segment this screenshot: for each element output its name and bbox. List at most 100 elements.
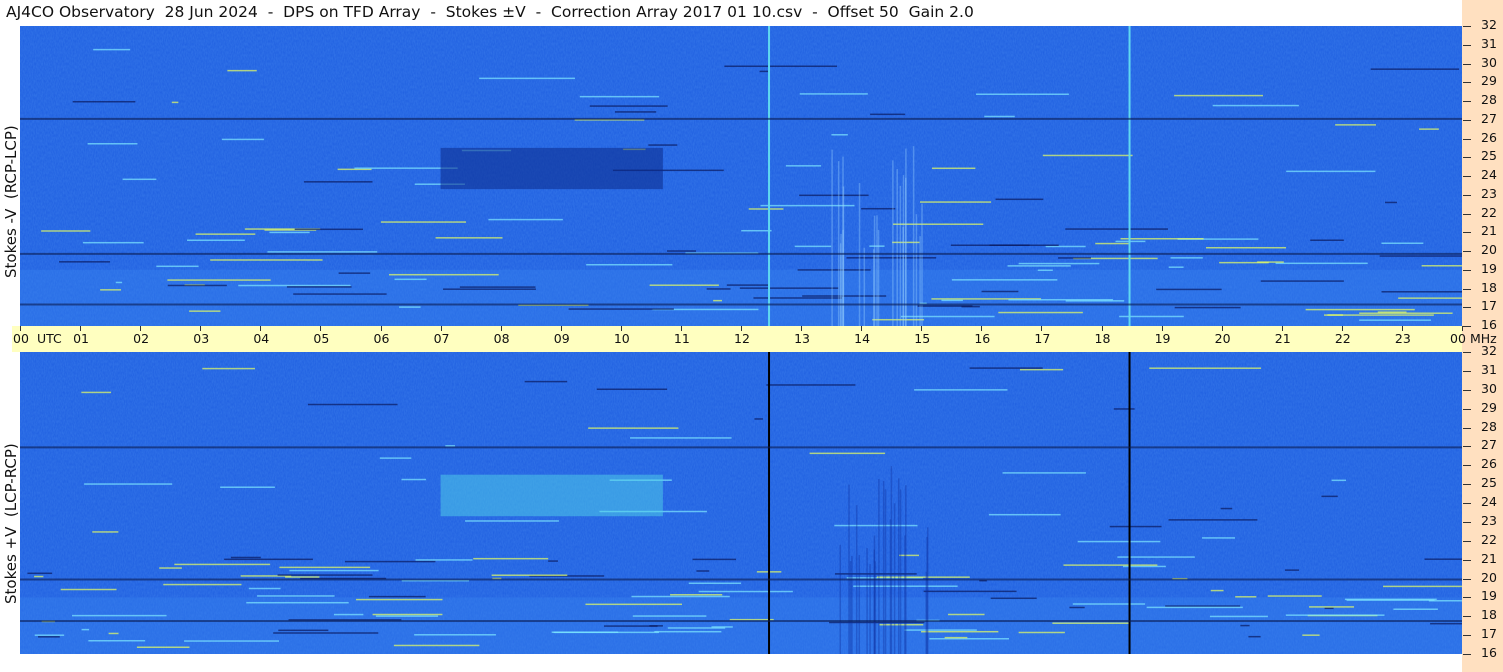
frequency-tick-mark (1463, 157, 1471, 159)
interference-streak (394, 278, 427, 281)
interference-streak (1344, 598, 1437, 601)
burst-line (882, 480, 885, 654)
interference-streak (333, 613, 364, 616)
interference-streak (914, 389, 1008, 391)
frequency-tick-label: 23 (1481, 512, 1497, 528)
time-tick-mark (1161, 326, 1163, 331)
interference-streak (766, 384, 856, 386)
horizontal-line (20, 303, 1462, 306)
interference-streak (698, 590, 793, 593)
interference-streak (279, 566, 371, 569)
interference-streak (1008, 299, 1113, 301)
interference-streak (585, 603, 683, 606)
burst-line (873, 549, 876, 654)
interference-streak (269, 231, 310, 234)
interference-streak (834, 524, 918, 527)
interference-streak (667, 250, 697, 252)
interference-streak (589, 105, 668, 107)
burst-line (897, 478, 900, 654)
interference-streak (375, 615, 439, 617)
frequency-tick-mark (1463, 44, 1471, 46)
interference-streak (1370, 68, 1460, 70)
frequency-tick-mark (1463, 82, 1471, 84)
frequency-tick-label: 24 (1481, 167, 1497, 182)
horizontal-line (20, 252, 1462, 255)
bright-band (440, 474, 663, 517)
interference-streak (1174, 94, 1263, 97)
interference-streak (479, 77, 575, 80)
interference-streak (553, 631, 659, 634)
interference-streak (1219, 261, 1269, 264)
frequency-tick-mark (1463, 101, 1471, 102)
time-tick-label: 03 (193, 331, 210, 346)
interference-streak (1424, 558, 1462, 560)
interference-streak (159, 567, 182, 569)
interference-streak (108, 632, 119, 635)
interference-streak (654, 630, 722, 633)
horizontal-line (20, 117, 1462, 120)
interference-streak (1305, 308, 1415, 311)
burst-line (912, 146, 915, 326)
interference-streak (630, 437, 732, 439)
burst-line (905, 148, 907, 326)
frequency-tick-label: 21 (1481, 550, 1497, 566)
bottom-heatmap-svg (20, 352, 1462, 654)
interference-streak (88, 639, 146, 642)
interference-streak (741, 229, 772, 232)
interference-streak (524, 380, 568, 383)
interference-streak (1381, 242, 1424, 244)
frequency-tick-mark (1463, 427, 1471, 429)
frequency-tick-label: 26 (1481, 129, 1497, 145)
frequency-tick-label: 28 (1481, 92, 1497, 107)
interference-streak (338, 272, 371, 274)
interference-streak (267, 251, 378, 253)
interference-streak (415, 559, 473, 561)
interference-streak (72, 100, 136, 103)
time-tick-mark (20, 326, 21, 331)
interference-streak (754, 418, 763, 420)
interference-streak (785, 165, 822, 167)
time-tick-mark (560, 326, 562, 331)
interference-streak (38, 636, 60, 638)
burst-line (919, 236, 921, 326)
frequency-tick-label: 22 (1481, 531, 1497, 547)
interference-streak (1019, 368, 1064, 371)
interference-streak (167, 279, 271, 281)
interference-streak (246, 601, 349, 604)
interference-streak (931, 167, 976, 170)
interference-streak (1170, 257, 1203, 259)
frequency-tick-label: 22 (1481, 204, 1497, 220)
burst-line (902, 226, 904, 326)
interference-streak (1113, 408, 1135, 410)
interference-streak (156, 265, 199, 268)
frequency-tick-label: 18 (1481, 279, 1497, 295)
interference-streak (294, 228, 364, 231)
interference-streak (84, 483, 173, 485)
interference-streak (631, 595, 730, 598)
interference-streak (1052, 622, 1129, 624)
interference-streak (1072, 603, 1146, 605)
burst-line (842, 229, 844, 326)
frequency-tick-mark (1463, 635, 1471, 637)
interference-streak (1120, 238, 1204, 240)
interference-streak (368, 595, 426, 598)
interference-streak (465, 520, 559, 522)
interference-streak (1146, 606, 1243, 609)
interference-streak (163, 583, 242, 586)
frequency-tick-label: 16 (1481, 317, 1497, 332)
frequency-tick-label: 19 (1481, 588, 1497, 604)
interference-streak (1331, 479, 1347, 482)
frequency-tick-mark (1463, 389, 1471, 391)
interference-streak (809, 452, 886, 455)
time-tick-label: 13 (794, 331, 810, 346)
time-tick-label: 06 (373, 331, 390, 346)
time-tick-mark (620, 326, 622, 331)
time-tick-mark (80, 326, 82, 331)
interference-streak (961, 305, 980, 308)
interference-streak (60, 588, 117, 591)
time-tick-mark (500, 326, 502, 331)
frequency-tick-label: 27 (1481, 437, 1497, 453)
frequency-tick-mark (1463, 446, 1471, 448)
interference-streak (1286, 170, 1376, 173)
time-tick-label: 19 (1154, 331, 1171, 346)
